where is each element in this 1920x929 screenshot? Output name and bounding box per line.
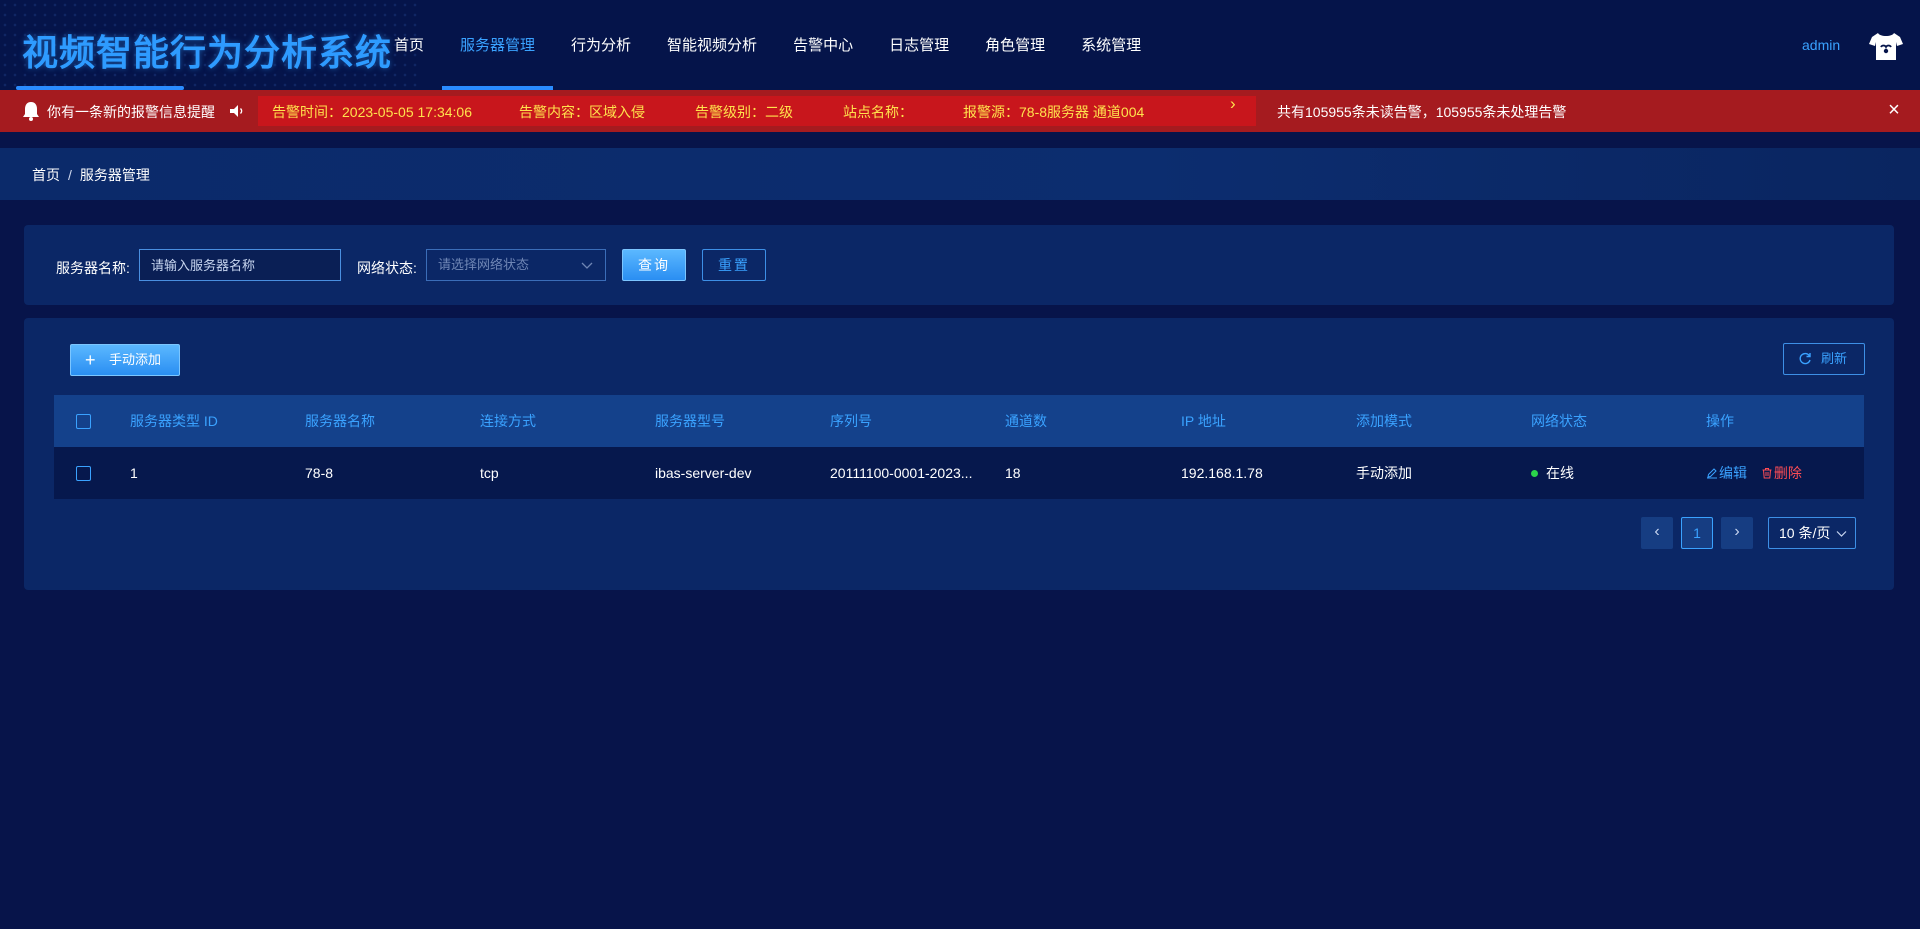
delete-label: 删除 (1773, 465, 1802, 481)
top-header: 视频智能行为分析系统 首页 服务器管理 行为分析 智能视频分析 告警中心 日志管… (0, 0, 1920, 90)
chevron-right-icon[interactable]: › (1230, 94, 1236, 114)
col-type-id: 服务器类型 ID (130, 413, 218, 429)
col-serial: 序列号 (830, 413, 872, 429)
alert-level: 告警级别：二级 (695, 104, 793, 120)
refresh-icon (1799, 352, 1811, 365)
next-page-button[interactable]: › (1721, 517, 1753, 549)
table-row: 1 78-8 tcp ibas-server-dev 20111100-0001… (54, 447, 1864, 499)
cell-actions: 编辑 删除 (1706, 447, 1802, 499)
breadcrumb-separator: / (68, 167, 72, 183)
shirt-icon[interactable] (1868, 30, 1904, 62)
reset-button[interactable]: 重置 (702, 249, 766, 281)
search-panel: 服务器名称: 网络状态: 请选择网络状态 查询 重置 (24, 225, 1894, 305)
network-status-select[interactable]: 请选择网络状态 (426, 249, 606, 281)
col-network-status: 网络状态 (1531, 413, 1587, 429)
page-number-button[interactable]: 1 (1681, 517, 1713, 549)
delete-button[interactable]: 删除 (1761, 465, 1802, 481)
cell-server-name: 78-8 (305, 465, 334, 481)
cell-model: ibas-server-dev (655, 465, 752, 481)
page-size-value: 10 条/页 (1779, 525, 1831, 541)
breadcrumb-home[interactable]: 首页 (32, 167, 60, 183)
chevron-down-icon (1836, 531, 1847, 537)
table-panel: + 手动添加 刷新 服务器类型 ID 服务器名称 连接方式 服务器型号 序列号 … (24, 318, 1894, 590)
alert-summary: 共有105955条未读告警，105955条未处理告警 (1277, 104, 1567, 120)
network-status-placeholder: 请选择网络状态 (438, 257, 530, 272)
close-icon[interactable]: × (1882, 96, 1906, 124)
col-add-mode: 添加模式 (1356, 413, 1412, 429)
alert-time: 告警时间：2023-05-05 17:34:06 (272, 104, 472, 120)
plus-icon: + (85, 350, 96, 370)
prev-page-button[interactable]: ‹ (1641, 517, 1673, 549)
edit-icon (1707, 468, 1717, 479)
alert-detail-box[interactable]: 告警时间：2023-05-05 17:34:06 告警内容：区域入侵 告警级别：… (258, 96, 1256, 126)
select-all-checkbox[interactable] (76, 414, 91, 429)
speaker-icon[interactable] (228, 102, 246, 120)
col-model: 服务器型号 (655, 413, 725, 429)
cell-channels: 18 (1005, 465, 1021, 481)
username-link[interactable]: admin (1802, 37, 1840, 53)
server-name-input[interactable] (139, 249, 341, 281)
nav-item-role-management[interactable]: 角色管理 (967, 0, 1063, 90)
table-header: 服务器类型 ID 服务器名称 连接方式 服务器型号 序列号 通道数 IP 地址 … (54, 395, 1864, 447)
nav-item-smart-video-analysis[interactable]: 智能视频分析 (649, 0, 775, 90)
alert-bar: 你有一条新的报警信息提醒 告警时间：2023-05-05 17:34:06 告警… (0, 90, 1920, 132)
alert-source: 报警源：78-8服务器 通道004 (963, 104, 1145, 120)
breadcrumb-current: 服务器管理 (79, 167, 150, 183)
alert-message: 你有一条新的报警信息提醒 (47, 104, 215, 120)
network-status-label: 网络状态: (357, 260, 417, 276)
bell-icon (20, 100, 42, 122)
row-checkbox[interactable] (76, 466, 91, 481)
nav-item-log-management[interactable]: 日志管理 (871, 0, 967, 90)
nav-item-home[interactable]: 首页 (376, 0, 442, 90)
cell-ip: 192.168.1.78 (1181, 465, 1263, 481)
cell-network-status: 在线 (1531, 447, 1574, 499)
online-status-dot (1531, 470, 1538, 477)
manual-add-label: 手动添加 (109, 352, 162, 367)
app-title: 视频智能行为分析系统 (22, 32, 393, 73)
server-table: 服务器类型 ID 服务器名称 连接方式 服务器型号 序列号 通道数 IP 地址 … (54, 395, 1864, 499)
breadcrumb-bar: 首页 / 服务器管理 (0, 148, 1920, 200)
col-ip: IP 地址 (1181, 413, 1226, 429)
cell-connection: tcp (480, 465, 499, 481)
nav-item-behavior-analysis[interactable]: 行为分析 (553, 0, 649, 90)
col-connection: 连接方式 (480, 413, 536, 429)
chevron-down-icon (581, 262, 593, 269)
alert-content: 告警内容：区域入侵 (519, 104, 645, 120)
main-nav: 首页 服务器管理 行为分析 智能视频分析 告警中心 日志管理 角色管理 系统管理 (376, 0, 1159, 90)
nav-item-server-management[interactable]: 服务器管理 (442, 0, 554, 90)
trash-icon (1762, 468, 1772, 479)
query-button[interactable]: 查询 (622, 249, 686, 281)
cell-add-mode: 手动添加 (1356, 465, 1412, 481)
manual-add-button[interactable]: + 手动添加 (70, 344, 180, 376)
network-status-text: 在线 (1546, 465, 1574, 481)
edit-label: 编辑 (1719, 465, 1747, 481)
refresh-button[interactable]: 刷新 (1783, 343, 1865, 375)
alert-site: 站点名称： (843, 104, 913, 120)
col-actions: 操作 (1706, 413, 1734, 429)
col-server-name: 服务器名称 (305, 413, 375, 429)
server-name-label: 服务器名称: (56, 260, 130, 276)
nav-item-system-management[interactable]: 系统管理 (1063, 0, 1159, 90)
cell-type-id: 1 (130, 465, 138, 481)
refresh-label: 刷新 (1821, 351, 1848, 366)
col-channels: 通道数 (1005, 413, 1047, 429)
cell-serial: 20111100-0001-2023... (830, 465, 973, 481)
nav-item-alarm-center[interactable]: 告警中心 (775, 0, 871, 90)
page-size-select[interactable]: 10 条/页 (1768, 517, 1856, 549)
breadcrumb: 首页 / 服务器管理 (32, 165, 150, 185)
edit-button[interactable]: 编辑 (1706, 465, 1751, 481)
